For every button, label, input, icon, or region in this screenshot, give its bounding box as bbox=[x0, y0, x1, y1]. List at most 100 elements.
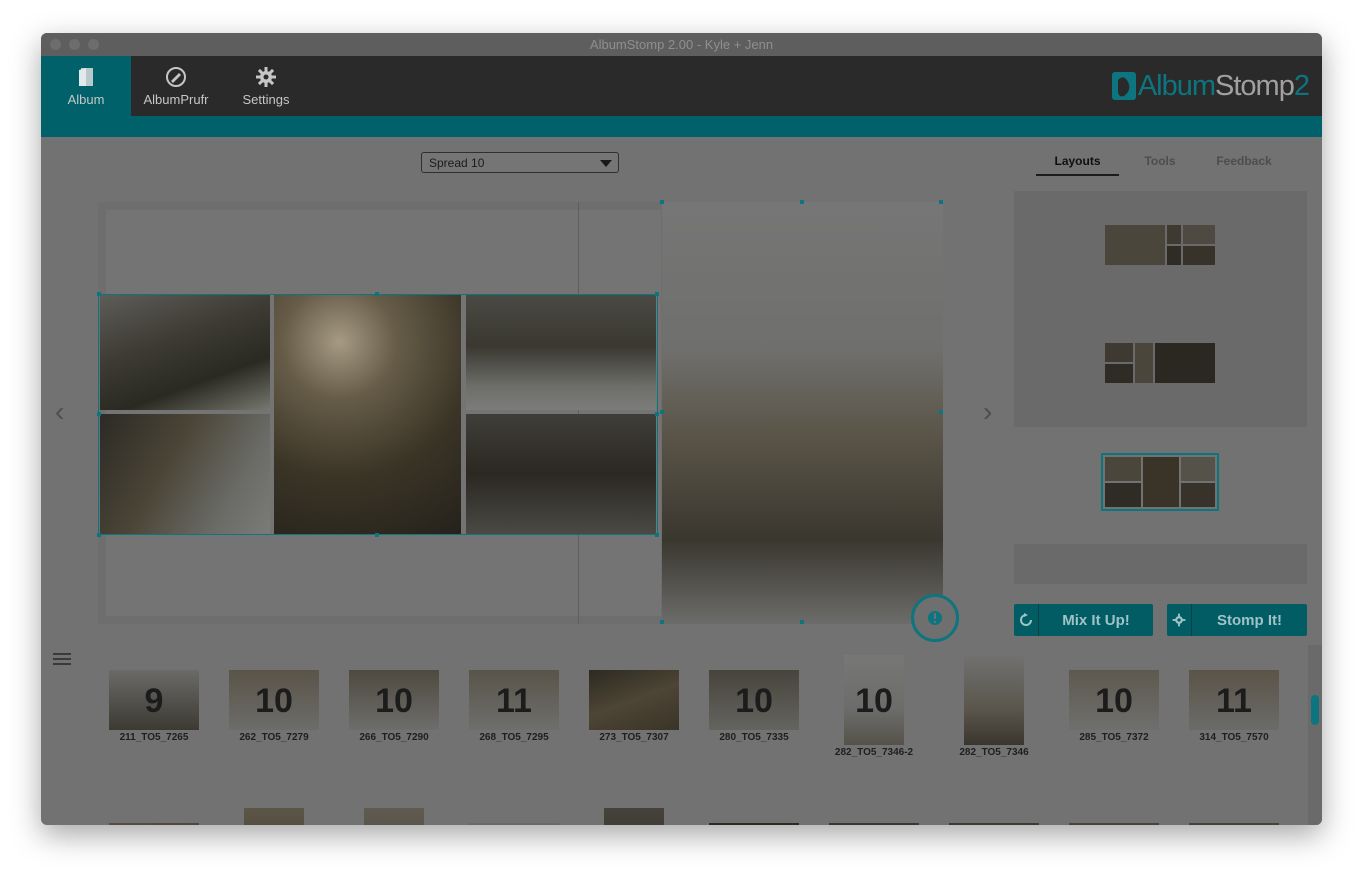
resize-handle[interactable] bbox=[939, 200, 943, 204]
album-icon bbox=[79, 68, 93, 86]
filmstrip-item[interactable]: 6 bbox=[949, 823, 1039, 825]
stomp-it-button[interactable]: Stomp It! bbox=[1167, 604, 1307, 636]
resize-handle[interactable] bbox=[97, 412, 101, 416]
nav-albumprufr-label: AlbumPrufr bbox=[143, 92, 209, 107]
minimize-window-button[interactable] bbox=[69, 39, 80, 50]
resize-handle[interactable] bbox=[939, 410, 943, 414]
resize-handle[interactable] bbox=[375, 533, 379, 537]
resize-handle[interactable] bbox=[660, 200, 664, 204]
close-window-button[interactable] bbox=[50, 39, 61, 50]
window-controls bbox=[50, 39, 99, 50]
next-spread-arrow[interactable]: › bbox=[983, 398, 992, 426]
photo-filename: 268_TO5_7295 bbox=[479, 732, 549, 743]
tab-layouts[interactable]: Layouts bbox=[1036, 148, 1119, 176]
nav-album[interactable]: Album bbox=[41, 56, 131, 116]
warning-button[interactable] bbox=[911, 594, 959, 642]
filmstrip-item[interactable]: 11 268_TO5_7295 bbox=[469, 670, 559, 750]
albumstomp-logo: Album Stomp 2 bbox=[1110, 68, 1310, 104]
filmstrip-item[interactable]: 10 bbox=[229, 808, 319, 825]
nav-albumprufr[interactable]: AlbumPrufr bbox=[131, 56, 221, 116]
spread-select-value: Spread 10 bbox=[429, 156, 485, 170]
tab-tools[interactable]: Tools bbox=[1126, 148, 1194, 174]
filmstrip-item[interactable]: 11 bbox=[349, 808, 439, 825]
resize-handle[interactable] bbox=[97, 292, 101, 296]
nav-album-label: Album bbox=[67, 92, 105, 107]
filmstrip-item[interactable]: 10 266_TO5_7290 bbox=[349, 670, 439, 750]
filmstrip-item[interactable]: 10 280_TO5_7335 bbox=[709, 670, 799, 750]
photo-slot-3[interactable] bbox=[274, 294, 461, 534]
filmstrip-scrollbar[interactable] bbox=[1308, 645, 1322, 825]
title-bar: AlbumStomp 2.00 - Kyle + Jenn bbox=[41, 33, 1322, 56]
photo-slot-4[interactable] bbox=[466, 294, 656, 410]
filmstrip-item[interactable]: 10 282_TO5_7346-2 bbox=[829, 655, 919, 758]
photo-filename: 285_TO5_7372 bbox=[1079, 732, 1149, 743]
photo-filename: 211_TO5_7265 bbox=[119, 732, 189, 743]
side-panel-tabs: Layouts Tools Feedback bbox=[1036, 148, 1306, 176]
zoom-window-button[interactable] bbox=[88, 39, 99, 50]
filmstrip-item[interactable]: 6 bbox=[1069, 823, 1159, 825]
gear-icon bbox=[1172, 613, 1186, 627]
resize-handle[interactable] bbox=[800, 620, 804, 624]
chevron-down-icon bbox=[600, 160, 612, 167]
resize-handle[interactable] bbox=[375, 292, 379, 296]
filmstrip-item[interactable] bbox=[709, 823, 799, 825]
photo-filename: 282_TO5_7346 bbox=[959, 747, 1029, 758]
photo-slot-6[interactable] bbox=[662, 202, 943, 624]
filmstrip-item[interactable]: 11 314_TO5_7570 bbox=[1189, 670, 1279, 750]
layout-option-3-preview bbox=[1105, 457, 1215, 507]
photo-filename: 266_TO5_7290 bbox=[359, 732, 429, 743]
filmstrip-item[interactable]: 6 bbox=[589, 808, 679, 825]
nav-settings[interactable]: Settings bbox=[221, 56, 311, 116]
filmstrip-item[interactable]: 1 bbox=[469, 823, 559, 825]
usage-count: 10 bbox=[1095, 682, 1133, 720]
albumprufr-icon bbox=[166, 67, 186, 87]
mix-it-up-button[interactable]: Mix It Up! bbox=[1014, 604, 1153, 636]
previous-spread-arrow[interactable]: ‹ bbox=[55, 398, 64, 426]
photo-slot-5[interactable] bbox=[466, 414, 656, 534]
photo-filmstrip: 9 211_TO5_7265 10 262_TO5_7279 10 266_TO… bbox=[98, 645, 1308, 825]
photo-slot-2[interactable] bbox=[100, 414, 270, 534]
filmstrip-item[interactable] bbox=[109, 823, 199, 825]
layouts-panel bbox=[1014, 191, 1307, 584]
layout-option-2[interactable] bbox=[1105, 343, 1215, 383]
resize-handle[interactable] bbox=[660, 620, 664, 624]
usage-count: 10 bbox=[255, 682, 293, 720]
logo-mark-icon bbox=[1111, 72, 1136, 100]
usage-count: 10 bbox=[735, 682, 773, 720]
filmstrip-item[interactable]: 5 bbox=[829, 823, 919, 825]
filmstrip-scroll-thumb[interactable] bbox=[1311, 695, 1319, 725]
filmstrip-item[interactable]: 9 211_TO5_7265 bbox=[109, 670, 199, 750]
window-title: AlbumStomp 2.00 - Kyle + Jenn bbox=[589, 37, 774, 52]
resize-handle[interactable] bbox=[800, 200, 804, 204]
usage-count: 9 bbox=[144, 682, 164, 720]
app-window: AlbumStomp 2.00 - Kyle + Jenn Album Albu… bbox=[41, 33, 1322, 825]
usage-count: 10 bbox=[375, 682, 413, 720]
resize-handle[interactable] bbox=[655, 292, 659, 296]
gear-icon bbox=[256, 67, 276, 87]
photo-slot-1[interactable] bbox=[100, 294, 270, 410]
filmstrip-item[interactable]: 273_TO5_7307 bbox=[589, 670, 679, 750]
resize-handle[interactable] bbox=[655, 533, 659, 537]
resize-handle[interactable] bbox=[655, 412, 659, 416]
usage-count: 10 bbox=[855, 682, 893, 720]
resize-handle[interactable] bbox=[97, 533, 101, 537]
resize-handle[interactable] bbox=[660, 410, 664, 414]
photo-filename: 280_TO5_7335 bbox=[719, 732, 789, 743]
logo-text-version: 2 bbox=[1293, 69, 1310, 102]
filmstrip-item[interactable]: 282_TO5_7346 bbox=[949, 655, 1039, 758]
tab-feedback[interactable]: Feedback bbox=[1204, 148, 1284, 174]
layout-option-1[interactable] bbox=[1105, 225, 1215, 265]
filmstrip-item[interactable]: 6 bbox=[1189, 823, 1279, 825]
photo-filename: 262_TO5_7279 bbox=[239, 732, 309, 743]
photo-filename: 282_TO5_7346-2 bbox=[834, 747, 914, 758]
spread-canvas bbox=[97, 200, 943, 624]
warning-icon bbox=[928, 611, 942, 625]
usage-count: 11 bbox=[496, 682, 532, 720]
spread-select[interactable]: Spread 10 bbox=[421, 152, 619, 173]
filmstrip-item[interactable]: 10 285_TO5_7372 bbox=[1069, 670, 1159, 750]
filmstrip-item[interactable]: 10 262_TO5_7279 bbox=[229, 670, 319, 750]
hamburger-menu-icon[interactable] bbox=[53, 653, 71, 667]
nav-settings-label: Settings bbox=[242, 92, 290, 107]
photo-filename: 273_TO5_7307 bbox=[599, 732, 669, 743]
usage-count: 11 bbox=[1216, 682, 1252, 720]
